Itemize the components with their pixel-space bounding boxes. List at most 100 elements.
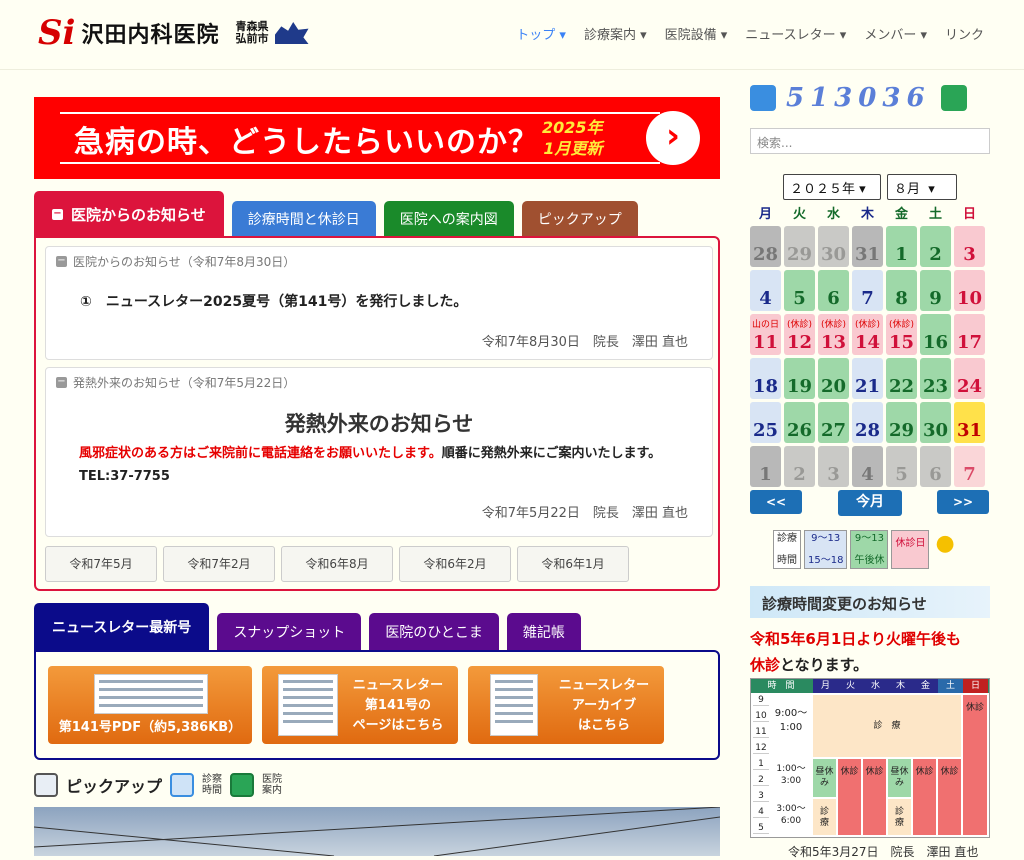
calendar-day[interactable]: 31 [954, 402, 985, 443]
calendar-day[interactable]: 7 [954, 446, 985, 487]
clinic-logo[interactable]: Si 沢田内科医院 青森県 弘前市 [38, 16, 309, 50]
tab-zakkicho[interactable]: 雑記帳 [506, 613, 581, 651]
th-day: 月 [813, 679, 838, 693]
dow-wed: 水 [826, 207, 840, 222]
pickup-photo[interactable] [34, 807, 720, 856]
calendar-day[interactable]: 3 [954, 226, 985, 267]
calendar-day[interactable]: (休診) 14 [852, 314, 883, 355]
calendar-day[interactable]: 9 [920, 270, 951, 311]
calendar-day[interactable]: 27 [818, 402, 849, 443]
car-icon[interactable] [230, 773, 255, 797]
calendar-day[interactable]: 5 [886, 446, 917, 487]
day-number: 4 [861, 464, 874, 485]
emergency-banner[interactable]: 急病の時、どうしたらいいのか？ 2025年 1月更新 › [34, 97, 720, 179]
calendar-day[interactable]: 6 [920, 446, 951, 487]
calendar-day[interactable]: 1 [750, 446, 781, 487]
calendar-day[interactable]: 10 [954, 270, 985, 311]
legend-b2: 15～18 [808, 555, 844, 566]
calendar-day[interactable]: 29 [784, 226, 815, 267]
calendar-day[interactable]: 5 [784, 270, 815, 311]
collapse-icon[interactable]: − [56, 256, 67, 267]
search-input[interactable]: 検索... [750, 128, 990, 154]
newsletter-page-button[interactable]: ニュースレター 第141号の ページはこちら [262, 666, 458, 744]
calendar-day[interactable]: 2 [920, 226, 951, 267]
calendar-day[interactable]: 19 [784, 358, 815, 399]
lightbulb-icon: ● [935, 531, 955, 556]
calendar-day[interactable]: 22 [886, 358, 917, 399]
newsletter-pdf-button[interactable]: 第141号PDF（約5,386KB） [48, 666, 252, 744]
wed-closed: 休診 [863, 759, 886, 835]
next-month-button[interactable]: >> [937, 490, 989, 514]
calendar-day[interactable]: 20 [818, 358, 849, 399]
calendar-day[interactable]: 29 [886, 402, 917, 443]
calendar-day[interactable]: 4 [750, 270, 781, 311]
calendar-day[interactable]: 4 [852, 446, 883, 487]
sat-closed: 休診 [938, 759, 961, 835]
calendar-day[interactable]: 28 [852, 402, 883, 443]
calendar-day[interactable]: 31 [852, 226, 883, 267]
calendar-day[interactable]: 30 [818, 226, 849, 267]
tab-latest-newsletter[interactable]: ニュースレター最新号 [34, 603, 210, 651]
newsletter-thumbnail [94, 674, 208, 714]
calendar-day[interactable]: 23 [920, 358, 951, 399]
calendar-day[interactable]: (休診) 12 [784, 314, 815, 355]
calendar-day[interactable]: 1 [886, 226, 917, 267]
archive-button[interactable]: 令和6年8月 [281, 546, 393, 582]
menu-member[interactable]: メンバー ▾ [864, 24, 927, 43]
tab-snapshot[interactable]: スナップショット [217, 613, 362, 651]
clock-icon[interactable] [750, 85, 776, 111]
hours-link[interactable]: 診察 時間 [202, 774, 222, 796]
th-day: 水 [863, 679, 888, 693]
menu-top[interactable]: トップ ▾ [516, 24, 566, 43]
this-month-button[interactable]: 今月 [838, 490, 902, 516]
calendar-day[interactable]: 2 [784, 446, 815, 487]
menu-setsubi[interactable]: 医院設備 ▾ [665, 24, 728, 43]
calendar-day[interactable]: 6 [818, 270, 849, 311]
archive-button[interactable]: 令和6年1月 [517, 546, 629, 582]
hours-change-black: となります。 [780, 656, 869, 674]
calendar-day[interactable]: 18 [750, 358, 781, 399]
month-select[interactable]: ８月 ▾ [887, 174, 957, 200]
tab-map[interactable]: 医院への案内図 [383, 201, 514, 237]
tab-notices[interactable]: − 医院からのお知らせ [34, 191, 224, 237]
menu-link[interactable]: リンク [945, 24, 984, 43]
calendar-day[interactable]: 16 [920, 314, 951, 355]
calendar-day[interactable]: 17 [954, 314, 985, 355]
mon-lunch: 昼休み [813, 759, 836, 797]
archive-button[interactable]: 令和7年5月 [45, 546, 157, 582]
calendar-day[interactable]: 21 [852, 358, 883, 399]
calendar-day[interactable]: 25 [750, 402, 781, 443]
calendar-day[interactable]: 26 [784, 402, 815, 443]
newsletter-archive-label: ニュースレター アーカイブ はこちら [548, 676, 660, 736]
notice-card-header[interactable]: − 発熱外来のお知らせ（令和7年5月22日） [46, 368, 712, 397]
legend-closed: 休診日 [891, 530, 930, 569]
tab-hitokoma[interactable]: 医院のひとこま [369, 613, 499, 651]
menu-shinryo[interactable]: 診療案内 ▾ [584, 24, 647, 43]
calendar-day[interactable]: 8 [886, 270, 917, 311]
notice-card-header[interactable]: − 医院からのお知らせ（令和7年8月30日） [46, 247, 712, 276]
clock-icon[interactable] [170, 773, 195, 797]
archive-button[interactable]: 令和7年2月 [163, 546, 275, 582]
prev-month-button[interactable]: << [750, 490, 802, 514]
tab-pickup[interactable]: ピックアップ [521, 201, 638, 237]
tab-hours[interactable]: 診療時間と休診日 [231, 201, 376, 237]
day-note: (休診) [786, 320, 813, 330]
calendar-day[interactable]: (休診) 15 [886, 314, 917, 355]
calendar-day[interactable]: (休診) 13 [818, 314, 849, 355]
day-number: 29 [888, 420, 915, 441]
access-link[interactable]: 医院 案内 [262, 774, 282, 796]
dow-tue: 火 [792, 207, 806, 222]
calendar-day[interactable]: 7 [852, 270, 883, 311]
newsletter-archive-button[interactable]: ニュースレター アーカイブ はこちら [468, 666, 664, 744]
menu-newsletter[interactable]: ニュースレター ▾ [745, 24, 846, 43]
calendar-day[interactable]: 3 [818, 446, 849, 487]
calendar-day[interactable]: 28 [750, 226, 781, 267]
collapse-icon[interactable]: − [56, 377, 67, 388]
chevron-right-icon[interactable]: › [646, 111, 700, 165]
calendar-day[interactable]: 山の日 11 [750, 314, 781, 355]
car-icon[interactable] [940, 85, 967, 111]
year-select[interactable]: ２０２５年 ▾ [783, 174, 881, 200]
calendar-day[interactable]: 24 [954, 358, 985, 399]
archive-button[interactable]: 令和6年2月 [399, 546, 511, 582]
calendar-day[interactable]: 30 [920, 402, 951, 443]
